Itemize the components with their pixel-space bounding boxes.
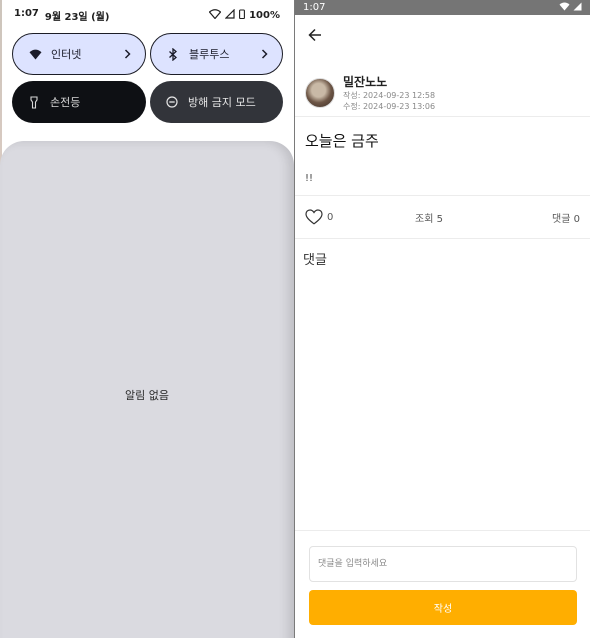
modified-date: 수정: 2024-09-23 13:06	[343, 102, 436, 111]
author-header: 밀잔노노 작성: 2024-09-23 12:58 수정: 2024-09-23…	[295, 55, 590, 116]
quick-tile-label: 블루투스	[189, 48, 230, 61]
created-date: 작성: 2024-09-23 12:58	[343, 91, 436, 100]
comment-input[interactable]	[309, 546, 577, 582]
notification-list: 알림 없음	[0, 141, 294, 638]
post-stats: 0 조회 5 댓글 0	[295, 196, 590, 238]
shade-status-bar: 1:07 9월 23일 (월) 100%	[0, 0, 294, 30]
like-count: 0	[327, 211, 334, 223]
submit-comment-button[interactable]: 작성	[309, 590, 577, 625]
chevron-right-icon	[256, 49, 268, 59]
chevron-right-icon	[119, 49, 131, 59]
quick-tile-do-not-disturb[interactable]: 방해 금지 모드	[150, 81, 283, 123]
like-button[interactable]: 0	[305, 209, 415, 225]
post-body: !!	[305, 173, 314, 184]
flashlight-icon	[26, 94, 42, 110]
wifi-icon	[559, 2, 570, 14]
no-notifications-text: 알림 없음	[125, 389, 169, 402]
signal-icon	[573, 2, 582, 14]
app-top-bar	[295, 15, 590, 55]
author-name: 밀잔노노	[343, 75, 388, 89]
heart-icon	[305, 209, 323, 225]
shade-date: 9월 23일 (월)	[44, 11, 110, 23]
quick-tile-label: 방해 금지 모드	[188, 96, 256, 109]
post-title: 오늘은 금주	[305, 132, 379, 150]
view-count: 조회 5	[415, 213, 443, 225]
quick-tile-label: 손전등	[50, 96, 81, 109]
comment-count: 댓글 0	[552, 213, 580, 225]
bluetooth-icon	[165, 46, 181, 62]
quick-tile-flashlight[interactable]: 손전등	[12, 81, 146, 123]
comment-composer: 작성	[295, 530, 590, 638]
battery-icon	[239, 8, 246, 22]
avatar[interactable]	[305, 77, 335, 108]
wifi-icon	[208, 8, 222, 22]
battery-percent: 100%	[249, 9, 280, 21]
shade-time: 1:07	[14, 7, 39, 19]
wifi-icon	[27, 46, 43, 62]
quick-tile-bluetooth[interactable]: 블루투스	[150, 33, 283, 75]
comments-heading: 댓글	[303, 253, 327, 268]
quick-tile-label: 인터넷	[51, 48, 82, 61]
arrow-left-icon	[308, 28, 321, 42]
back-button[interactable]	[305, 25, 325, 45]
notification-shade: 1:07 9월 23일 (월) 100% 인터넷 블루투스 손전등 방해 금지 …	[0, 0, 294, 638]
app-status-bar: 1:07	[295, 0, 590, 15]
post-detail-screen: 1:07 밀잔노노 작성: 2024-09-23 12:58 수정: 2024-…	[295, 0, 590, 638]
app-status-time: 1:07	[303, 2, 326, 13]
quick-tile-internet[interactable]: 인터넷	[12, 33, 146, 75]
signal-icon	[224, 8, 235, 22]
do-not-disturb-icon	[164, 94, 180, 110]
